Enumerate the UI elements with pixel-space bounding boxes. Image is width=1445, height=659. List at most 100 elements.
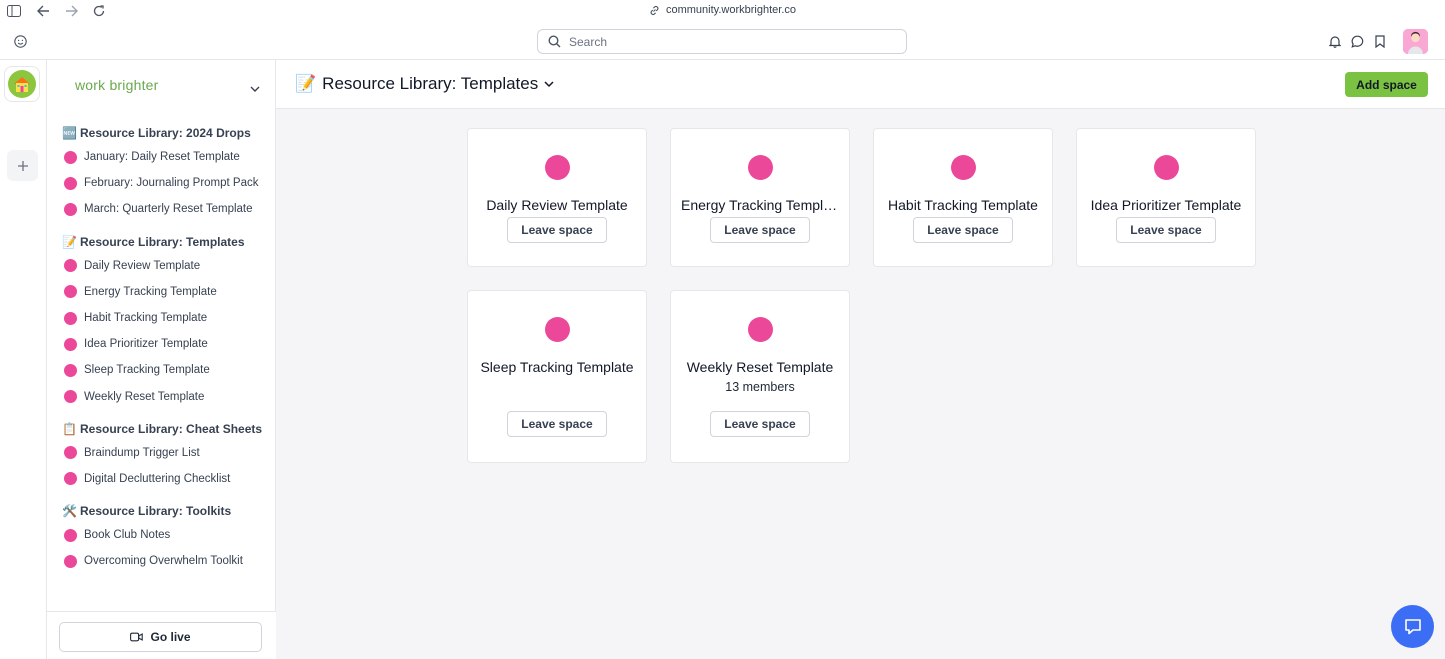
space-group-title[interactable]: 📋 Resource Library: Cheat Sheets bbox=[47, 418, 276, 440]
url-bar[interactable]: community.workbrighter.co bbox=[0, 4, 1445, 16]
memo-icon: 📝 bbox=[62, 234, 77, 249]
sidebar-item-label: Weekly Reset Template bbox=[84, 390, 205, 403]
space-card-name: Daily Review Template bbox=[486, 197, 628, 213]
sidebar-item-label: Energy Tracking Template bbox=[84, 285, 217, 298]
sidebar-item-label: Idea Prioritizer Template bbox=[84, 338, 208, 351]
browser-chrome: community.workbrighter.co bbox=[0, 0, 1445, 60]
space-dot-icon bbox=[64, 337, 77, 351]
sidebar-nav: 🆕 Resource Library: 2024 Drops January: … bbox=[47, 122, 276, 582]
space-group-title[interactable]: 🛠️ Resource Library: Toolkits bbox=[47, 500, 276, 522]
sidebar-item[interactable]: Weekly Reset Template bbox=[47, 384, 276, 410]
space-card[interactable]: Daily Review Template Leave space bbox=[467, 128, 647, 267]
leave-space-button[interactable]: Leave space bbox=[507, 411, 607, 437]
chat-support-button[interactable] bbox=[1391, 605, 1434, 648]
space-card[interactable]: Sleep Tracking Template Leave space bbox=[467, 290, 647, 463]
space-dot-icon bbox=[1154, 155, 1179, 180]
page-title-text: Resource Library: Templates bbox=[322, 74, 539, 93]
memo-icon: 📝 bbox=[295, 74, 317, 93]
space-card[interactable]: Energy Tracking Template Leave space bbox=[670, 128, 850, 267]
search-input[interactable] bbox=[569, 34, 889, 49]
sidebar-item-label: February: Journaling Prompt Pack bbox=[84, 177, 259, 190]
sidebar-item[interactable]: Book Club Notes bbox=[47, 522, 276, 548]
space-card[interactable]: Idea Prioritizer Template Leave space bbox=[1076, 128, 1256, 267]
space-dot-icon bbox=[64, 285, 77, 299]
space-dot-icon bbox=[64, 390, 77, 404]
sidebar-item[interactable]: February: Journaling Prompt Pack bbox=[47, 170, 276, 196]
space-card-name: Energy Tracking Template bbox=[681, 197, 839, 213]
space-group-title[interactable]: 📝 Resource Library: Templates bbox=[47, 231, 276, 253]
space-group: 🆕 Resource Library: 2024 Drops January: … bbox=[47, 122, 276, 223]
sidebar-item-label: Habit Tracking Template bbox=[84, 312, 208, 325]
link-icon bbox=[650, 5, 659, 15]
tools-icon: 🛠️ bbox=[62, 504, 77, 519]
chat-bubble-icon bbox=[1404, 619, 1421, 635]
brand-name[interactable]: work brighter bbox=[75, 77, 159, 93]
space-dot-icon bbox=[64, 472, 77, 486]
community-rail bbox=[0, 60, 47, 659]
leave-space-button[interactable]: Leave space bbox=[1116, 217, 1216, 243]
sidebar-item-label: Book Club Notes bbox=[84, 529, 171, 542]
sidebar-item-label: Braindump Trigger List bbox=[84, 446, 200, 459]
go-live-button[interactable]: Go live bbox=[59, 622, 262, 652]
leave-space-button[interactable]: Leave space bbox=[507, 217, 607, 243]
search-icon bbox=[548, 35, 561, 48]
smiley-icon[interactable] bbox=[13, 34, 28, 49]
sidebar-item[interactable]: Energy Tracking Template bbox=[47, 279, 276, 305]
sidebar: work brighter 🆕 Resource Library: 2024 D… bbox=[47, 60, 276, 659]
add-community-button[interactable] bbox=[7, 150, 38, 181]
space-dot-icon bbox=[64, 446, 77, 460]
space-group-title-text: Resource Library: Cheat Sheets bbox=[80, 421, 263, 436]
page-title[interactable]: 📝 Resource Library: Templates bbox=[295, 74, 554, 94]
sidebar-item-label: January: Daily Reset Template bbox=[84, 151, 240, 164]
search-bar[interactable] bbox=[537, 29, 907, 54]
sidebar-item[interactable]: Digital Decluttering Checklist bbox=[47, 466, 276, 492]
chevron-down-icon bbox=[544, 80, 554, 87]
bell-icon[interactable] bbox=[1327, 34, 1342, 49]
space-card-name: Idea Prioritizer Template bbox=[1090, 197, 1242, 213]
leave-space-button[interactable]: Leave space bbox=[913, 217, 1013, 243]
space-card[interactable]: Weekly Reset Template 13 members Leave s… bbox=[670, 290, 850, 463]
sidebar-item[interactable]: Habit Tracking Template bbox=[47, 305, 276, 331]
main-header: 📝 Resource Library: Templates Add space bbox=[276, 60, 1445, 109]
sidebar-item[interactable]: Idea Prioritizer Template bbox=[47, 331, 276, 357]
add-space-button[interactable]: Add space bbox=[1345, 72, 1428, 97]
space-dot-icon bbox=[64, 363, 77, 377]
space-dot-icon bbox=[951, 155, 976, 180]
space-group-title-text: Resource Library: Toolkits bbox=[80, 504, 232, 519]
space-card-members: 13 members bbox=[725, 380, 795, 394]
space-group-title-text: Resource Library: Templates bbox=[80, 234, 245, 249]
space-cards-grid: Daily Review Template Leave space Energy… bbox=[467, 128, 1257, 463]
sidebar-item-label: March: Quarterly Reset Template bbox=[84, 203, 253, 216]
chat-bubble-icon[interactable] bbox=[1350, 34, 1365, 49]
community-logo[interactable] bbox=[4, 66, 40, 102]
space-dot-icon bbox=[64, 176, 77, 190]
space-group-title[interactable]: 🆕 Resource Library: 2024 Drops bbox=[47, 122, 276, 144]
sidebar-item-label: Daily Review Template bbox=[84, 259, 201, 272]
url-text: community.workbrighter.co bbox=[665, 4, 796, 16]
sidebar-item[interactable]: January: Daily Reset Template bbox=[47, 144, 276, 170]
space-dot-icon bbox=[64, 311, 77, 325]
sidebar-item[interactable]: Overcoming Overwhelm Toolkit bbox=[47, 548, 276, 574]
space-group: 📋 Resource Library: Cheat Sheets Braindu… bbox=[47, 418, 276, 492]
space-card-name: Habit Tracking Template bbox=[888, 197, 1038, 213]
leave-space-button[interactable]: Leave space bbox=[710, 411, 810, 437]
space-card-name: Sleep Tracking Template bbox=[480, 359, 634, 375]
clipboard-icon: 📋 bbox=[62, 421, 77, 436]
sidebar-footer: Go live bbox=[47, 611, 276, 659]
space-group: 📝 Resource Library: Templates Daily Revi… bbox=[47, 231, 276, 410]
user-avatar[interactable] bbox=[1403, 29, 1428, 54]
leave-space-button[interactable]: Leave space bbox=[710, 217, 810, 243]
space-group: 🛠️ Resource Library: Toolkits Book Club … bbox=[47, 500, 276, 574]
sidebar-item[interactable]: Sleep Tracking Template bbox=[47, 357, 276, 383]
sidebar-item[interactable]: Daily Review Template bbox=[47, 253, 276, 279]
space-dot-icon bbox=[545, 155, 570, 180]
new-icon: 🆕 bbox=[62, 126, 77, 140]
sidebar-item-label: Overcoming Overwhelm Toolkit bbox=[84, 555, 243, 568]
bookmark-icon[interactable] bbox=[1373, 34, 1386, 49]
space-card[interactable]: Habit Tracking Template Leave space bbox=[873, 128, 1053, 267]
chevron-down-icon[interactable] bbox=[250, 80, 260, 98]
sidebar-item[interactable]: Braindump Trigger List bbox=[47, 440, 276, 466]
plus-icon bbox=[17, 160, 28, 171]
sidebar-item[interactable]: March: Quarterly Reset Template bbox=[47, 196, 276, 222]
sidebar-item-label: Sleep Tracking Template bbox=[84, 364, 210, 377]
